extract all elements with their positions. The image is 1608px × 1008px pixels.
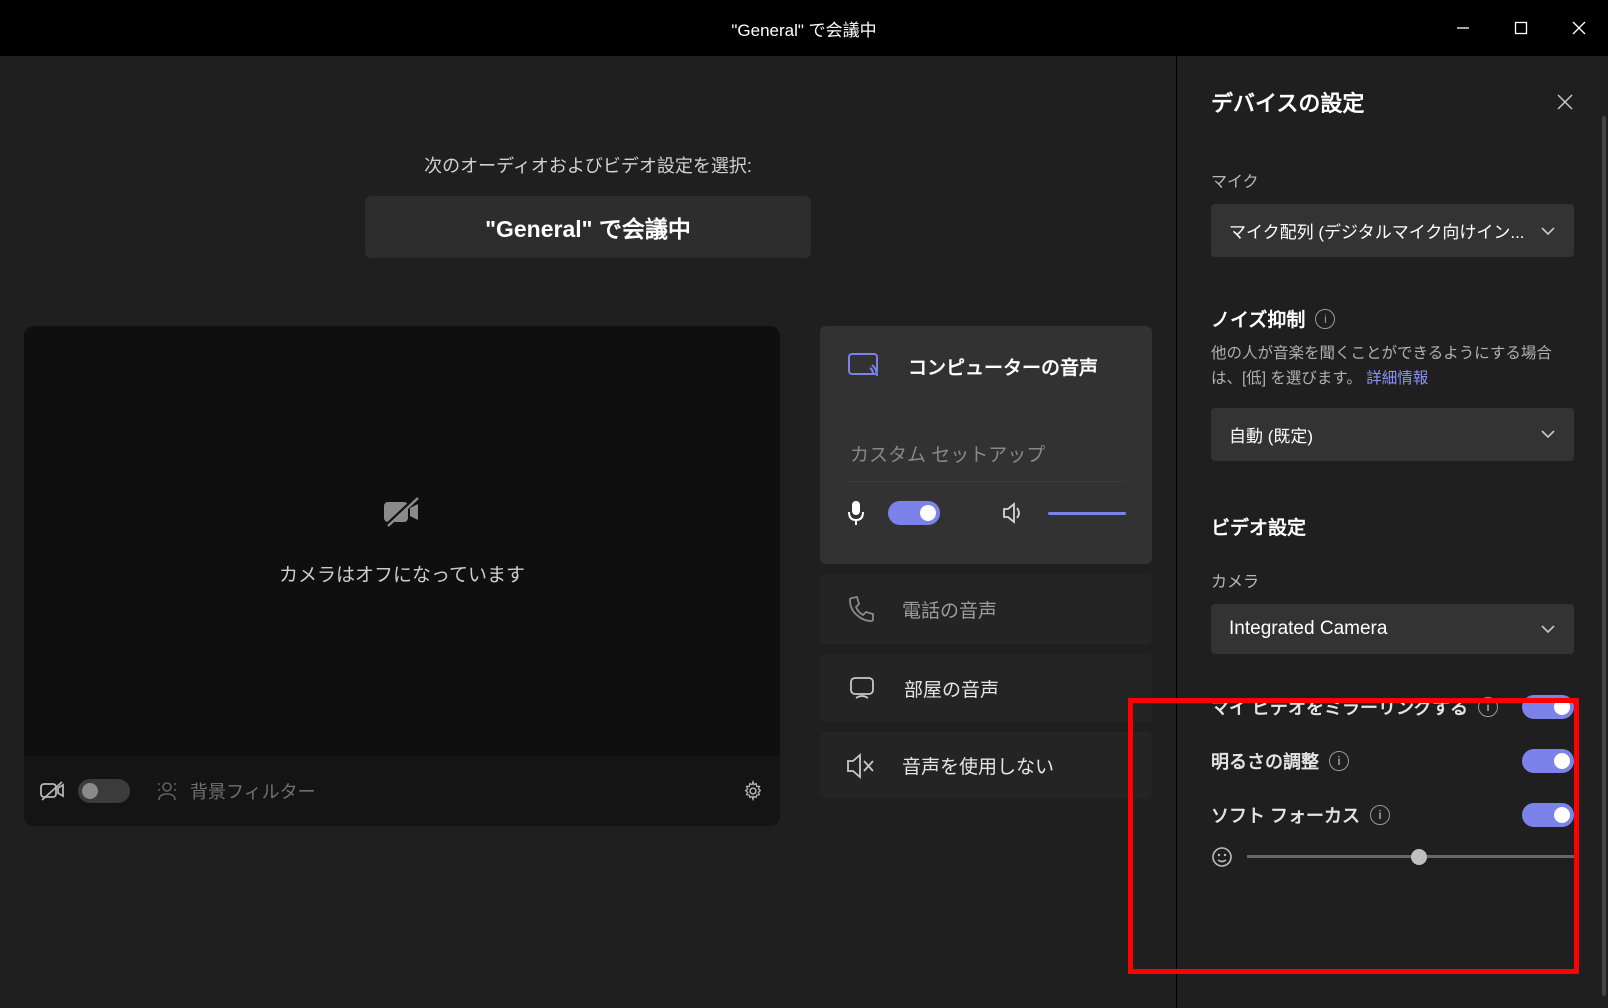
subtitle: 次のオーディオおよびビデオ設定を選択:: [24, 152, 1152, 178]
audio-room-card[interactable]: 部屋の音声: [820, 654, 1152, 722]
person-blur-icon: [156, 780, 178, 802]
speaker-icon: [1002, 502, 1026, 524]
camera-select[interactable]: Integrated Camera: [1211, 604, 1574, 654]
audio-room-label: 部屋の音声: [904, 675, 999, 702]
video-preview: カメラはオフになっています 背景フィルター: [24, 326, 780, 826]
info-icon[interactable]: i: [1329, 751, 1349, 771]
gear-icon[interactable]: [742, 780, 764, 802]
info-icon[interactable]: i: [1478, 697, 1498, 717]
audio-phone-card[interactable]: 電話の音声: [820, 574, 1152, 644]
main-area: 次のオーディオおよびビデオ設定を選択: "General" で会議中 カメラはオ…: [0, 56, 1176, 1008]
mic-toggle[interactable]: [888, 501, 940, 525]
meeting-title: "General" で会議中: [485, 210, 691, 244]
softfocus-slider-row: [1211, 846, 1574, 868]
mirror-row: マイ ビデオをミラーリングする i: [1211, 694, 1574, 720]
softfocus-row: ソフト フォーカス i: [1211, 802, 1574, 828]
meeting-title-box: "General" で会議中: [365, 196, 811, 258]
softfocus-slider[interactable]: [1247, 855, 1574, 858]
speaker-off-icon: [846, 753, 876, 779]
close-button[interactable]: [1550, 0, 1608, 56]
smiley-icon: [1211, 846, 1233, 868]
chevron-down-icon: [1540, 624, 1556, 634]
noise-select[interactable]: 自動 (既定): [1211, 408, 1574, 461]
noise-link[interactable]: 詳細情報: [1366, 370, 1428, 387]
video-section-title: ビデオ設定: [1211, 513, 1574, 540]
computer-audio-icon: [846, 350, 882, 382]
audio-none-label: 音声を使用しない: [902, 752, 1054, 779]
custom-setup-label[interactable]: カスタム セットアップ: [846, 434, 1126, 482]
camera-selected: Integrated Camera: [1229, 618, 1387, 640]
mic-selected: マイク配列 (デジタルマイク向けイン...: [1229, 218, 1525, 243]
panel-title: デバイスの設定: [1211, 86, 1364, 118]
titlebar: "General" で会議中: [0, 0, 1608, 56]
phone-icon: [846, 594, 876, 624]
audio-phone-label: 電話の音声: [902, 596, 997, 623]
camera-toggle[interactable]: [78, 779, 130, 803]
room-icon: [846, 674, 878, 702]
mic-select[interactable]: マイク配列 (デジタルマイク向けイン...: [1211, 204, 1574, 257]
audio-computer-card[interactable]: コンピューターの音声 カスタム セットアップ: [820, 326, 1152, 564]
camera-label: カメラ: [1211, 568, 1574, 592]
info-icon[interactable]: i: [1370, 805, 1390, 825]
bg-filter-placeholder: 背景フィルター: [190, 778, 316, 804]
brightness-toggle[interactable]: [1522, 749, 1574, 773]
audio-none-card[interactable]: 音声を使用しない: [820, 732, 1152, 799]
minimize-button[interactable]: [1434, 0, 1492, 56]
close-icon[interactable]: [1556, 93, 1574, 111]
softfocus-label: ソフト フォーカス: [1211, 802, 1360, 828]
mirror-label: マイ ビデオをミラーリングする: [1211, 694, 1468, 720]
preview-body: カメラはオフになっています: [24, 326, 780, 756]
scrollbar[interactable]: [1602, 116, 1606, 996]
camera-off-text: カメラはオフになっています: [279, 560, 525, 587]
background-filter-input[interactable]: 背景フィルター: [142, 778, 730, 804]
info-icon[interactable]: i: [1315, 309, 1335, 329]
brightness-row: 明るさの調整 i: [1211, 748, 1574, 774]
preview-footer: 背景フィルター: [24, 756, 780, 826]
softfocus-toggle[interactable]: [1522, 803, 1574, 827]
window-controls: [1434, 0, 1608, 56]
volume-slider[interactable]: [1048, 512, 1126, 515]
mic-icon: [846, 500, 866, 526]
audio-options: コンピューターの音声 カスタム セットアップ: [820, 326, 1152, 826]
video-off-icon: [382, 496, 422, 530]
noise-help: 他の人が音楽を聞くことができるようにする場合は、[低] を選びます。 詳細情報: [1211, 342, 1574, 392]
noise-title: ノイズ抑制: [1211, 305, 1305, 332]
video-off-small-icon: [40, 780, 66, 802]
chevron-down-icon: [1540, 429, 1556, 439]
noise-selected: 自動 (既定): [1229, 422, 1313, 447]
device-settings-panel: デバイスの設定 マイク マイク配列 (デジタルマイク向けイン... ノイズ抑制 …: [1176, 56, 1608, 1008]
audio-computer-label: コンピューターの音声: [908, 353, 1098, 380]
mirror-toggle[interactable]: [1522, 695, 1574, 719]
chevron-down-icon: [1540, 226, 1556, 236]
maximize-button[interactable]: [1492, 0, 1550, 56]
mic-label: マイク: [1211, 168, 1574, 192]
window-title: "General" で会議中: [731, 16, 876, 41]
brightness-label: 明るさの調整: [1211, 748, 1319, 774]
